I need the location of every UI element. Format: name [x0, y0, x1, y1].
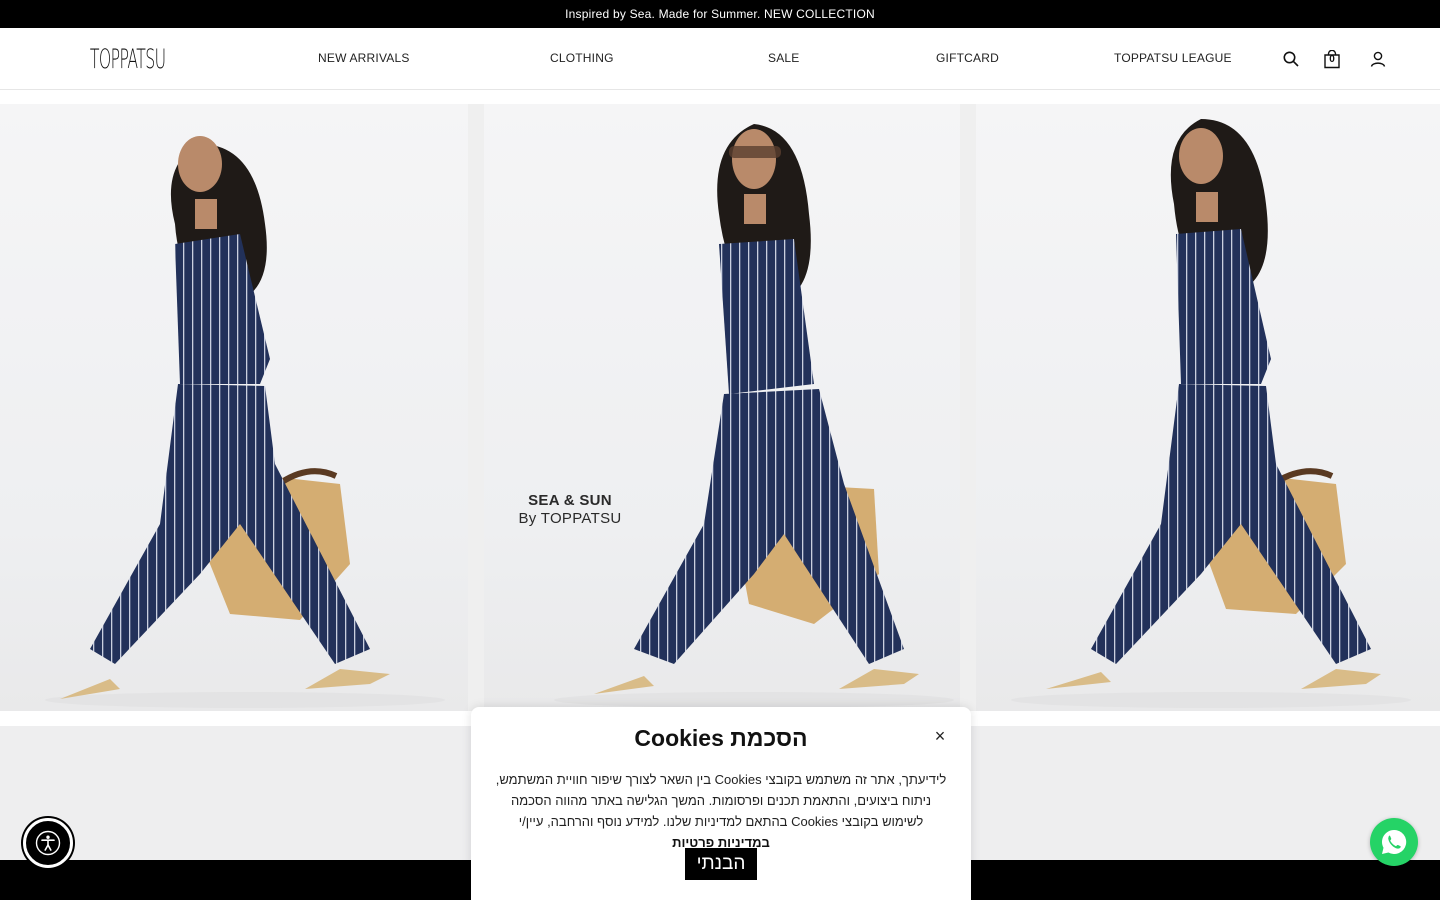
hero-overlay-line2: By TOPPATSU — [518, 510, 622, 527]
site-header: TOPPATSU NEW ARRIVALS CLOTHING SALE GIFT… — [0, 28, 1440, 90]
shopping-bag-icon[interactable]: 0 — [1322, 49, 1342, 69]
cookie-title: הסכמת Cookies — [634, 725, 808, 751]
nav-giftcard[interactable]: GIFTCARD — [936, 51, 999, 65]
cart-count: 0 — [1329, 54, 1335, 65]
hero-image-center[interactable] — [484, 104, 960, 711]
hero-overlay-line1: SEA & SUN — [528, 492, 612, 509]
nav-toppatsu-league[interactable]: TOPPATSU LEAGUE — [1114, 51, 1232, 65]
cookie-accept-button[interactable]: הבנתי — [685, 848, 757, 880]
announcement-text: Inspired by Sea. Made for Summer. NEW CO… — [565, 7, 875, 21]
logo[interactable]: TOPPATSU — [90, 36, 166, 82]
hero-banner[interactable]: SEA & SUN By TOPPATSU — [0, 104, 1440, 711]
nav-new-arrivals[interactable]: NEW ARRIVALS — [318, 51, 410, 65]
cookie-body: לידיעתך, אתר זה משתמש בקובצי Cookies בין… — [493, 769, 949, 853]
accessibility-icon[interactable] — [23, 818, 73, 868]
cookie-body-text: לידיעתך, אתר זה משתמש בקובצי Cookies בין… — [495, 772, 947, 829]
hero-overlay-text: SEA & SUN By TOPPATSU — [500, 492, 640, 528]
user-icon[interactable] — [1368, 49, 1388, 69]
nav-clothing[interactable]: CLOTHING — [550, 51, 614, 65]
announcement-bar: Inspired by Sea. Made for Summer. NEW CO… — [0, 0, 1440, 28]
search-icon[interactable] — [1281, 49, 1301, 69]
hero-image-left[interactable] — [0, 104, 468, 711]
hero-image-right[interactable] — [976, 104, 1440, 711]
cookie-consent-dialog: הסכמת Cookies × לידיעתך, אתר זה משתמש בק… — [471, 707, 971, 900]
nav-sale[interactable]: SALE — [768, 51, 800, 65]
close-icon[interactable]: × — [931, 726, 949, 746]
whatsapp-icon[interactable] — [1370, 818, 1418, 866]
